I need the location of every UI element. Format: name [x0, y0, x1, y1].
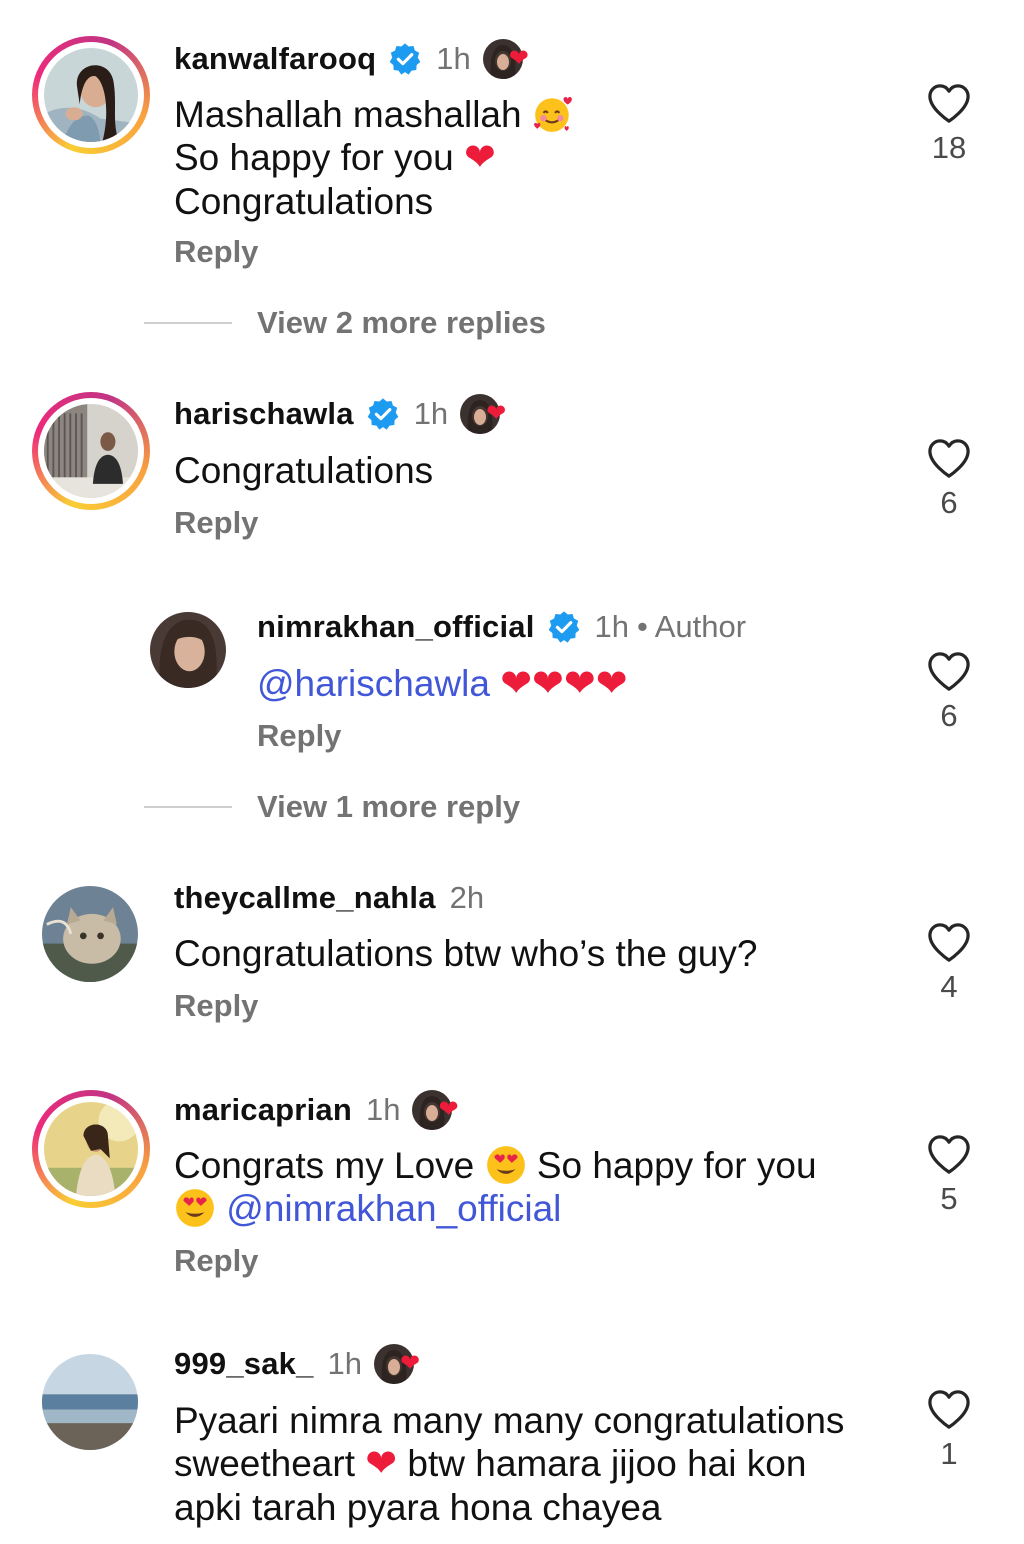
red-heart-icon: ❤: [365, 1443, 398, 1485]
like-count: 6: [940, 698, 958, 733]
avatar-photo: [150, 612, 226, 688]
heart-outline-icon[interactable]: [926, 921, 972, 963]
avatar[interactable]: [150, 612, 226, 688]
comment-header: kanwalfarooq 1h ❤: [174, 37, 539, 81]
like-control[interactable]: 6: [908, 650, 990, 734]
heart-outline-icon[interactable]: [926, 82, 972, 124]
smiling-face-with-hearts-icon: [532, 93, 574, 135]
like-count: 1: [940, 1436, 958, 1471]
like-count: 4: [940, 969, 958, 1004]
avatar[interactable]: [42, 1354, 138, 1450]
avatar-photo: [42, 886, 138, 982]
like-count: 5: [940, 1181, 958, 1216]
timestamp: 1h: [413, 396, 449, 431]
avatar-photo: [42, 1354, 138, 1450]
timestamp: 1h: [436, 41, 471, 76]
author-liked-heart-icon: ❤: [460, 392, 516, 436]
like-count: 18: [931, 130, 967, 165]
author-liked-heart-icon: ❤: [412, 1088, 468, 1132]
reply-button[interactable]: Reply: [257, 718, 341, 754]
avatar-photo: [44, 1102, 138, 1196]
avatar[interactable]: [32, 1090, 150, 1208]
comment-header: 999_sak_ 1h ❤: [174, 1342, 430, 1386]
reply-button[interactable]: Reply: [174, 234, 258, 270]
timestamp: 2h: [449, 880, 485, 915]
like-count: 6: [940, 485, 958, 520]
reply-button[interactable]: Reply: [174, 1243, 258, 1279]
author-badge: • Author: [637, 609, 747, 644]
mention-link[interactable]: @nimrakhan_official: [226, 1188, 561, 1229]
reply-button[interactable]: Reply: [174, 505, 258, 541]
heart-outline-icon[interactable]: [926, 1388, 972, 1430]
comment-header: nimrakhan_official 1h • Author: [257, 605, 746, 649]
like-control[interactable]: 6: [908, 437, 990, 521]
like-control[interactable]: 1: [908, 1388, 990, 1472]
author-liked-heart-icon: ❤: [374, 1342, 430, 1386]
verified-badge-icon: [388, 42, 422, 76]
avatar[interactable]: [32, 392, 150, 510]
comment-text: Pyaari nimra many many congratulations s…: [174, 1400, 845, 1528]
view-more-replies[interactable]: View 1 more reply: [144, 789, 520, 825]
comment-header: harischawla 1h ❤: [174, 392, 516, 436]
comment-text: @harischawla ❤❤❤❤: [257, 662, 628, 706]
username[interactable]: nimrakhan_official: [257, 609, 535, 645]
username[interactable]: theycallme_nahla: [174, 880, 436, 916]
view-more-replies[interactable]: View 2 more replies: [144, 305, 546, 341]
username[interactable]: 999_sak_: [174, 1346, 314, 1382]
like-control[interactable]: 4: [908, 921, 990, 1005]
reply-button[interactable]: Reply: [174, 988, 258, 1024]
comment-text: Congratulations: [174, 450, 434, 491]
avatar[interactable]: [32, 36, 150, 154]
heart-eyes-icon: [485, 1144, 527, 1186]
author-liked-heart-icon: ❤: [483, 37, 539, 81]
username[interactable]: harischawla: [174, 396, 354, 432]
avatar-photo: [44, 404, 138, 498]
mention-link[interactable]: @harischawla: [257, 663, 490, 704]
avatar-photo: [44, 48, 138, 142]
timestamp: 1h: [365, 1092, 401, 1127]
like-control[interactable]: 5: [908, 1133, 990, 1217]
username[interactable]: maricaprian: [174, 1092, 352, 1128]
heart-outline-icon[interactable]: [926, 1133, 972, 1175]
heart-outline-icon[interactable]: [926, 650, 972, 692]
red-heart-icon: ❤: [464, 137, 496, 179]
heart-eyes-icon: [174, 1187, 216, 1229]
timestamp: 1h: [594, 609, 629, 644]
divider: [144, 806, 232, 808]
timestamp: 1h: [327, 1346, 363, 1381]
divider: [144, 322, 232, 324]
comment-text: Congratulations btw who’s the guy?: [174, 933, 758, 974]
comment-text: Mashallah mashallah So happy for you ❤ C…: [174, 93, 574, 223]
verified-badge-icon: [547, 610, 581, 644]
verified-badge-icon: [366, 397, 400, 431]
username[interactable]: kanwalfarooq: [174, 41, 376, 77]
comment-header: maricaprian 1h ❤: [174, 1088, 468, 1132]
comment-header: theycallme_nahla 2h: [174, 876, 484, 920]
comment-text: Congrats my Love So happy for you @nimra…: [174, 1144, 817, 1229]
like-control[interactable]: 18: [908, 82, 990, 166]
avatar[interactable]: [42, 886, 138, 982]
red-heart-icon: ❤❤❤❤: [500, 663, 628, 705]
heart-outline-icon[interactable]: [926, 437, 972, 479]
